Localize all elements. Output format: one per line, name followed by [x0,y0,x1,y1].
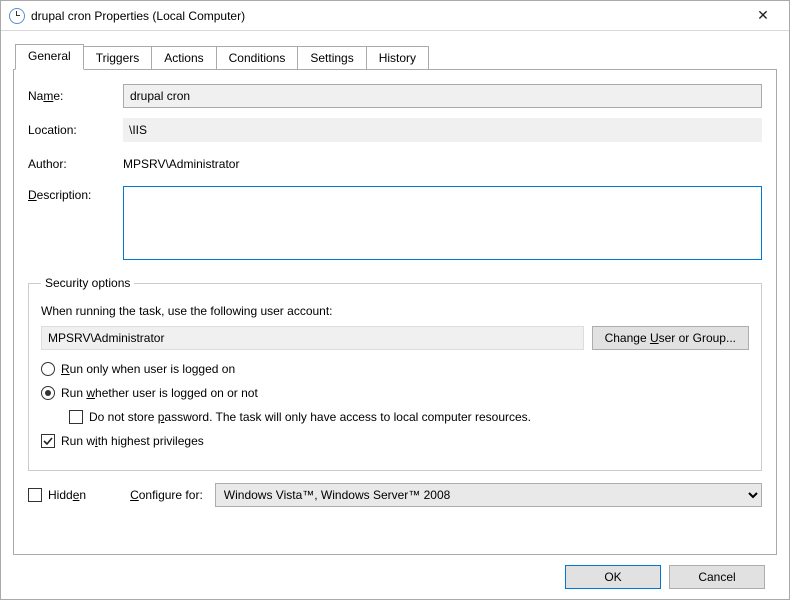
tab-panel-general: Name: Location: Author: Description: Sec… [13,69,777,555]
checkbox-icon [28,488,42,502]
tab-actions[interactable]: Actions [151,46,216,70]
security-options-group: Security options When running the task, … [28,276,762,471]
security-intro: When running the task, use the following… [41,304,749,318]
dialog-button-row: OK Cancel [13,555,777,589]
checkbox-highest-privileges[interactable]: Run with highest privileges [41,434,749,448]
tab-history[interactable]: History [366,46,429,70]
row-bottom: Hidden Configure for: Windows Vista™, Wi… [28,483,762,507]
ok-button[interactable]: OK [565,565,661,589]
author-label: Author: [28,157,123,171]
titlebar: drupal cron Properties (Local Computer) … [1,1,789,31]
configure-for-label: Configure for: [130,488,203,502]
checkbox-hidden[interactable]: Hidden [28,488,86,502]
window-title: drupal cron Properties (Local Computer) [31,9,743,23]
clock-icon [9,8,25,24]
account-display [41,326,584,350]
checkbox-no-store-password[interactable]: Do not store password. The task will onl… [69,410,749,424]
name-input[interactable] [123,84,762,108]
tab-triggers[interactable]: Triggers [83,46,153,70]
row-account: Change User or Group... [41,326,749,350]
author-value [123,152,762,176]
cancel-button[interactable]: Cancel [669,565,765,589]
tab-settings[interactable]: Settings [297,46,366,70]
radio-icon [41,362,55,376]
radio-icon [41,386,55,400]
description-input[interactable] [123,186,762,260]
name-label: Name: [28,89,123,103]
radio-label: Run only when user is logged on [61,362,235,376]
tab-conditions[interactable]: Conditions [216,46,299,70]
radio-run-logged-on[interactable]: Run only when user is logged on [41,362,749,376]
row-location: Location: [28,118,762,142]
dialog-window: drupal cron Properties (Local Computer) … [0,0,790,600]
radio-label: Run whether user is logged on or not [61,386,258,400]
checkbox-icon [69,410,83,424]
dialog-body: General Triggers Actions Conditions Sett… [1,31,789,599]
radio-run-whether[interactable]: Run whether user is logged on or not [41,386,749,400]
security-legend: Security options [41,276,134,290]
tab-general[interactable]: General [15,44,84,70]
change-user-button[interactable]: Change User or Group... [592,326,749,350]
checkbox-icon [41,434,55,448]
checkbox-label: Run with highest privileges [61,434,204,448]
row-name: Name: [28,84,762,108]
configure-for-select[interactable]: Windows Vista™, Windows Server™ 2008 [215,483,762,507]
location-label: Location: [28,123,123,137]
location-value [123,118,762,142]
description-label: Description: [28,186,123,202]
row-author: Author: [28,152,762,176]
close-button[interactable]: ✕ [743,2,783,30]
tab-strip: General Triggers Actions Conditions Sett… [13,43,777,69]
row-description: Description: [28,186,762,260]
checkbox-label: Do not store password. The task will onl… [89,410,531,424]
checkbox-label: Hidden [48,488,86,502]
